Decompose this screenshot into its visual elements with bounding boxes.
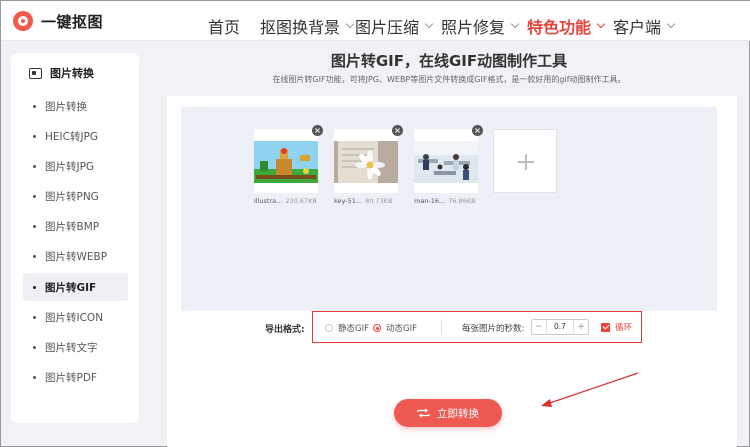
sidebar-item-heic-jpg[interactable]: HEIC转JPG bbox=[23, 122, 128, 150]
sidebar-header: 图片转换 bbox=[29, 65, 94, 81]
file-caption: key-51... 80.73KB bbox=[334, 197, 392, 205]
remove-file-icon[interactable]: × bbox=[392, 125, 403, 136]
page-subtitle: 在线图片转GIF功能，可将JPG、WEBP等图片文件转换成GIF格式，是一款好用… bbox=[272, 75, 626, 84]
bullet-icon bbox=[33, 315, 36, 319]
sidebar-item-label: 图片转换 bbox=[45, 100, 87, 113]
sidebar-item-label: 图片转WEBP bbox=[45, 250, 108, 263]
sidebar-item-label: 图片转ICON bbox=[45, 311, 104, 324]
bullet-icon bbox=[33, 254, 36, 258]
bullet-icon bbox=[33, 224, 36, 228]
divider bbox=[441, 319, 442, 335]
thumbnail-image bbox=[334, 141, 398, 183]
chevron-down-icon bbox=[424, 19, 434, 29]
export-format-label: 导出格式: bbox=[265, 325, 305, 335]
radio-circle-icon bbox=[325, 324, 333, 332]
page-title: 图片转GIF，在线GIF动图制作工具 bbox=[330, 52, 568, 70]
add-image-button[interactable] bbox=[493, 129, 557, 193]
app-logo[interactable]: 一键抠图 bbox=[13, 9, 103, 33]
convert-now-button[interactable]: 立即转换 bbox=[394, 399, 502, 427]
remove-file-icon[interactable]: × bbox=[472, 125, 483, 136]
bullet-icon bbox=[33, 345, 36, 349]
radio-label: 静态GIF bbox=[338, 324, 369, 334]
sidebar-item-label: 图片转GIF bbox=[45, 281, 97, 294]
sidebar-item-image-convert[interactable]: 图片转换 bbox=[23, 92, 128, 120]
nav-item-home[interactable]: 首页 bbox=[208, 14, 240, 38]
file-size: 80.73KB bbox=[365, 197, 393, 205]
top-navigation-bar: 一键抠图 首页 抠图换背景 图片压缩 照片修复 特色功能 客户端 bbox=[1, 1, 750, 41]
radio-static-gif[interactable]: 静态GIF bbox=[325, 322, 369, 334]
seconds-input[interactable]: 0.7 bbox=[546, 320, 574, 334]
thumbnail-image bbox=[254, 141, 318, 183]
bullet-icon bbox=[33, 375, 36, 379]
sidebar-item-to-bmp[interactable]: 图片转BMP bbox=[23, 212, 128, 240]
sidebar-item-to-webp[interactable]: 图片转WEBP bbox=[23, 242, 128, 270]
chevron-down-icon bbox=[510, 19, 520, 29]
sidebar-item-label: HEIC转JPG bbox=[45, 130, 99, 143]
loop-checkbox[interactable]: 循环 bbox=[601, 321, 632, 333]
file-thumbnail[interactable] bbox=[414, 129, 478, 193]
radio-animated-gif[interactable]: 动态GIF bbox=[373, 322, 417, 334]
decrement-button[interactable]: − bbox=[532, 320, 546, 334]
sidebar-item-to-png[interactable]: 图片转PNG bbox=[23, 182, 128, 210]
chevron-down-icon bbox=[666, 19, 676, 29]
nav-item-client[interactable]: 客户端 bbox=[613, 14, 676, 38]
image-convert-icon bbox=[29, 67, 42, 79]
convert-button-label: 立即转换 bbox=[437, 407, 479, 420]
checkbox-checked-icon bbox=[601, 322, 610, 332]
sidebar-item-to-text[interactable]: 图片转文字 bbox=[23, 333, 128, 361]
sidebar-item-label: 图片转JPG bbox=[45, 160, 95, 173]
file-name: key-51... bbox=[334, 197, 363, 205]
seconds-stepper[interactable]: − 0.7 + bbox=[531, 319, 589, 335]
radio-label: 动态GIF bbox=[386, 324, 417, 334]
bullet-icon bbox=[33, 285, 36, 289]
bullet-icon bbox=[33, 134, 36, 138]
sidebar-item-label: 图片转文字 bbox=[45, 341, 98, 354]
sidebar-item-to-icon[interactable]: 图片转ICON bbox=[23, 303, 128, 331]
app-name: 一键抠图 bbox=[41, 12, 104, 31]
sidebar-item-label: 图片转BMP bbox=[45, 220, 100, 233]
logo-icon bbox=[13, 11, 33, 31]
sidebar-item-to-pdf[interactable]: 图片转PDF bbox=[23, 363, 128, 391]
nav-label: 照片修复 bbox=[441, 18, 506, 37]
bullet-icon bbox=[33, 194, 36, 198]
sidebar-item-label: 图片转PNG bbox=[45, 190, 99, 203]
nav-label: 特色功能 bbox=[527, 18, 592, 37]
file-caption: man-16... 76.86KB bbox=[414, 197, 476, 205]
nav-label: 客户端 bbox=[613, 18, 662, 37]
seconds-per-image-label: 每张图片的秒数: bbox=[462, 324, 525, 334]
chevron-down-icon bbox=[345, 19, 355, 29]
nav-item-features[interactable]: 特色功能 bbox=[527, 14, 606, 38]
remove-file-icon[interactable]: × bbox=[312, 125, 323, 136]
sidebar-item-to-jpg[interactable]: 图片转JPG bbox=[23, 152, 128, 180]
bullet-icon bbox=[33, 164, 36, 168]
nav-label: 首页 bbox=[208, 18, 241, 37]
file-size: 230.67KB bbox=[285, 197, 317, 205]
file-thumbnail[interactable] bbox=[254, 129, 318, 193]
file-thumbnail[interactable] bbox=[334, 129, 398, 193]
file-name: illustra... bbox=[254, 197, 283, 205]
sidebar-item-label: 图片转PDF bbox=[45, 371, 97, 384]
thumbnail-image bbox=[414, 141, 478, 183]
file-name: man-16... bbox=[414, 197, 446, 205]
nav-item-repair[interactable]: 照片修复 bbox=[441, 14, 520, 38]
increment-button[interactable]: + bbox=[574, 320, 588, 334]
convert-icon bbox=[417, 408, 430, 418]
loop-label: 循环 bbox=[615, 323, 633, 333]
radio-circle-icon bbox=[373, 324, 381, 332]
sidebar: 图片转换 图片转换 HEIC转JPG 图片转JPG 图片转PNG 图片转BMP … bbox=[11, 53, 139, 423]
nav-label: 图片压缩 bbox=[355, 18, 420, 37]
nav-label: 抠图换背景 bbox=[260, 18, 341, 37]
nav-item-compress[interactable]: 图片压缩 bbox=[355, 14, 434, 38]
sidebar-item-to-gif[interactable]: 图片转GIF bbox=[23, 273, 128, 301]
file-size: 76.86KB bbox=[448, 197, 476, 205]
file-caption: illustra... 230.67KB bbox=[254, 197, 317, 205]
nav-item-cutout[interactable]: 抠图换背景 bbox=[260, 14, 355, 38]
bullet-icon bbox=[33, 104, 36, 108]
chevron-down-icon bbox=[596, 19, 606, 29]
sidebar-header-label: 图片转换 bbox=[50, 67, 94, 80]
